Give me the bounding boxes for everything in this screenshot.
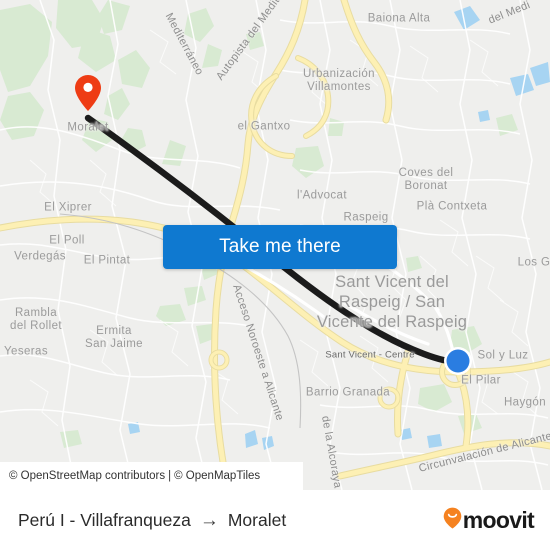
arrow-right-icon: → xyxy=(199,509,219,531)
take-me-there-button[interactable]: Take me there xyxy=(163,225,397,269)
destination-map-dot[interactable] xyxy=(443,346,473,376)
moovit-wordmark: moovit xyxy=(462,506,535,533)
attribution-separator: | xyxy=(168,470,172,482)
trip-destination-label: Moralet xyxy=(227,509,287,530)
moovit-trip-map-screenshot: MediterráneoAutopista del Mediterráneode… xyxy=(0,0,550,550)
moovit-pin-icon xyxy=(443,507,462,534)
map-attribution-bar: © OpenStreetMap contributors | © OpenMap… xyxy=(0,462,303,490)
moovit-logo[interactable]: moovit xyxy=(443,506,535,534)
destination-dot-icon xyxy=(444,347,472,375)
take-me-there-label: Take me there xyxy=(219,236,341,257)
osm-attribution-link[interactable]: © OpenStreetMap contributors xyxy=(9,470,165,482)
map-canvas[interactable]: MediterráneoAutopista del Mediterráneode… xyxy=(0,0,550,490)
openmaptiles-attribution-link[interactable]: © OpenMapTiles xyxy=(174,470,260,482)
footer-bar: Perú I - Villafranqueza → Moralet moovit xyxy=(0,490,550,550)
trip-origin-label: Perú I - Villafranqueza xyxy=(18,509,191,530)
trip-title: Perú I - Villafranqueza → Moralet xyxy=(18,510,286,531)
